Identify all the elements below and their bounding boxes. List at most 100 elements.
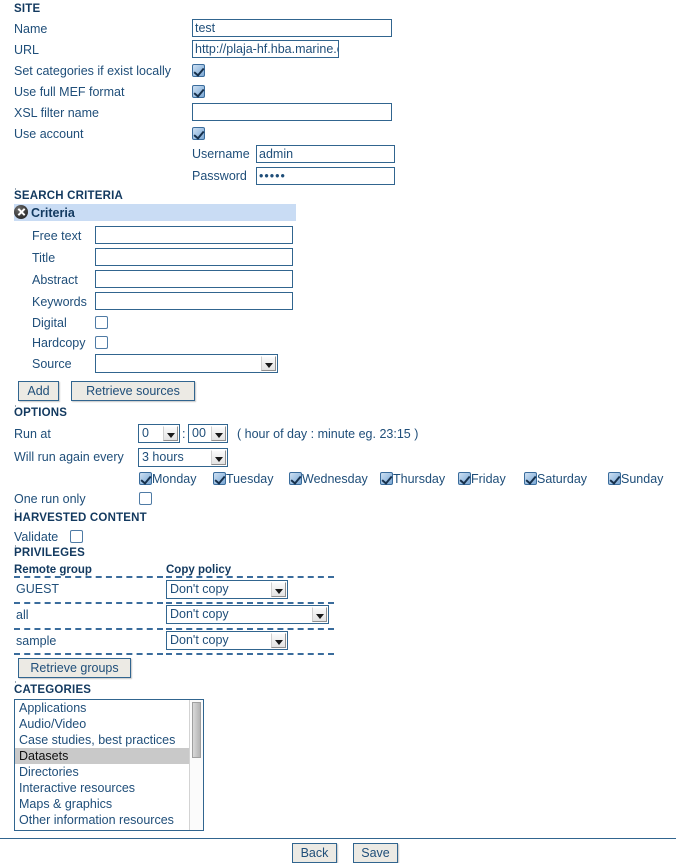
one-run-only-checkbox[interactable] bbox=[139, 492, 152, 505]
category-item-datasets[interactable]: Datasets bbox=[15, 748, 203, 764]
label-run-at: Run at bbox=[14, 427, 51, 441]
day-sunday-label: Sunday bbox=[621, 472, 664, 486]
category-item-interactive-resources[interactable]: Interactive resources bbox=[15, 780, 203, 796]
label-hardcopy: Hardcopy bbox=[32, 336, 86, 350]
table-divider bbox=[14, 628, 163, 630]
category-item-other-information-resources[interactable]: Other information resources bbox=[15, 812, 203, 828]
artifact-dot bbox=[15, 509, 16, 511]
category-item-applications[interactable]: Applications bbox=[15, 700, 203, 716]
privilege-group-guest: GUEST bbox=[16, 582, 60, 596]
column-header-remote-group: Remote group bbox=[14, 564, 92, 576]
categories-scrollbar[interactable] bbox=[189, 700, 203, 830]
label-title: Title bbox=[32, 251, 56, 265]
xsl-filter-name-input[interactable] bbox=[192, 103, 392, 121]
day-sunday[interactable]: Sunday bbox=[608, 472, 663, 486]
day-thursday-checkbox[interactable] bbox=[380, 472, 393, 485]
chevron-down-icon bbox=[312, 607, 327, 622]
label-keywords: Keywords bbox=[32, 295, 87, 309]
label-source: Source bbox=[32, 357, 72, 371]
day-thursday[interactable]: Thursday bbox=[380, 472, 445, 486]
username-input[interactable]: admin bbox=[256, 145, 395, 163]
digital-checkbox[interactable] bbox=[95, 316, 108, 329]
use-full-mef-checkbox[interactable] bbox=[192, 85, 205, 98]
day-tuesday-label: Tuesday bbox=[226, 472, 274, 486]
title-input[interactable] bbox=[95, 248, 293, 266]
column-header-copy-policy: Copy policy bbox=[166, 564, 232, 576]
chevron-down-icon bbox=[211, 426, 226, 441]
add-button[interactable]: Add bbox=[18, 381, 59, 401]
hardcopy-checkbox[interactable] bbox=[95, 336, 108, 349]
chevron-down-icon bbox=[271, 582, 286, 597]
back-button[interactable]: Back bbox=[292, 843, 337, 863]
set-categories-checkbox[interactable] bbox=[192, 64, 205, 77]
chevron-down-icon bbox=[271, 633, 286, 648]
run-again-select[interactable]: 3 hours bbox=[138, 448, 228, 467]
retrieve-sources-button[interactable]: Retrieve sources bbox=[71, 381, 195, 401]
label-set-categories-if-exist-locally: Set categories if exist locally bbox=[14, 64, 172, 78]
site-name-input[interactable]: test bbox=[192, 19, 392, 37]
copy-policy-select-sample[interactable]: Don't copy bbox=[166, 631, 288, 650]
criteria-title: Criteria bbox=[31, 206, 75, 220]
keywords-input[interactable] bbox=[95, 292, 293, 310]
save-button[interactable]: Save bbox=[353, 843, 398, 863]
chevron-down-icon bbox=[163, 426, 178, 441]
run-at-minute-select[interactable]: 00 bbox=[188, 424, 228, 443]
day-friday[interactable]: Friday bbox=[458, 472, 506, 486]
day-monday-checkbox[interactable] bbox=[139, 472, 152, 485]
day-friday-checkbox[interactable] bbox=[458, 472, 471, 485]
label-free-text: Free text bbox=[32, 229, 82, 243]
label-validate: Validate bbox=[14, 530, 59, 544]
table-divider bbox=[166, 653, 334, 655]
run-at-hour-value: 0 bbox=[142, 426, 149, 440]
harvest-settings-page: SITE Name test URL http://plaja-hf.hba.m… bbox=[0, 0, 676, 863]
day-sunday-checkbox[interactable] bbox=[608, 472, 621, 485]
day-friday-label: Friday bbox=[471, 472, 506, 486]
abstract-input[interactable] bbox=[95, 270, 293, 288]
run-at-minute-value: 00 bbox=[192, 426, 206, 440]
table-divider bbox=[14, 602, 163, 604]
retrieve-groups-button[interactable]: Retrieve groups bbox=[18, 658, 131, 678]
free-text-input[interactable] bbox=[95, 226, 293, 244]
day-monday[interactable]: Monday bbox=[139, 472, 196, 486]
day-saturday[interactable]: Saturday bbox=[524, 472, 587, 486]
label-one-run-only: One run only bbox=[14, 492, 86, 506]
copy-policy-select-guest[interactable]: Don't copy bbox=[166, 580, 288, 599]
section-heading-search-criteria: SEARCH CRITERIA bbox=[14, 190, 124, 202]
close-circle-icon[interactable] bbox=[14, 205, 28, 219]
day-wednesday-label: Wednesday bbox=[302, 472, 368, 486]
table-divider bbox=[14, 653, 163, 655]
privilege-group-sample: sample bbox=[16, 634, 57, 648]
label-xsl-filter-name: XSL filter name bbox=[14, 106, 99, 120]
section-heading-privileges: PRIVILEGES bbox=[14, 547, 86, 559]
day-wednesday[interactable]: Wednesday bbox=[289, 472, 368, 486]
section-heading-categories: CATEGORIES bbox=[14, 684, 92, 696]
run-at-separator: : bbox=[182, 427, 186, 441]
password-input[interactable]: ••••• bbox=[256, 167, 395, 185]
run-again-value: 3 hours bbox=[142, 450, 184, 464]
categories-listbox[interactable]: Applications Audio/Video Case studies, b… bbox=[14, 699, 204, 831]
run-at-hour-select[interactable]: 0 bbox=[138, 424, 180, 443]
validate-checkbox[interactable] bbox=[70, 530, 83, 543]
table-divider bbox=[14, 576, 163, 578]
chevron-down-icon bbox=[211, 450, 226, 465]
categories-scrollbar-thumb[interactable] bbox=[192, 702, 201, 758]
source-select[interactable] bbox=[95, 354, 278, 373]
day-tuesday[interactable]: Tuesday bbox=[213, 472, 273, 486]
day-wednesday-checkbox[interactable] bbox=[289, 472, 302, 485]
day-tuesday-checkbox[interactable] bbox=[213, 472, 226, 485]
footer-divider bbox=[0, 838, 676, 839]
label-digital: Digital bbox=[32, 316, 67, 330]
copy-policy-value-guest: Don't copy bbox=[170, 582, 229, 596]
category-item-maps-graphics[interactable]: Maps & graphics bbox=[15, 796, 203, 812]
category-item-directories[interactable]: Directories bbox=[15, 764, 203, 780]
copy-policy-select-all[interactable]: Don't copy bbox=[166, 605, 329, 624]
use-account-checkbox[interactable] bbox=[192, 127, 205, 140]
day-saturday-checkbox[interactable] bbox=[524, 472, 537, 485]
category-item-case-studies[interactable]: Case studies, best practices bbox=[15, 732, 203, 748]
artifact-dot bbox=[15, 681, 16, 683]
day-thursday-label: Thursday bbox=[393, 472, 446, 486]
label-password: Password bbox=[192, 169, 247, 183]
category-item-audio-video[interactable]: Audio/Video bbox=[15, 716, 203, 732]
site-url-input[interactable]: http://plaja-hf.hba.marine.csiro. bbox=[192, 40, 339, 58]
day-saturday-label: Saturday bbox=[537, 472, 588, 486]
